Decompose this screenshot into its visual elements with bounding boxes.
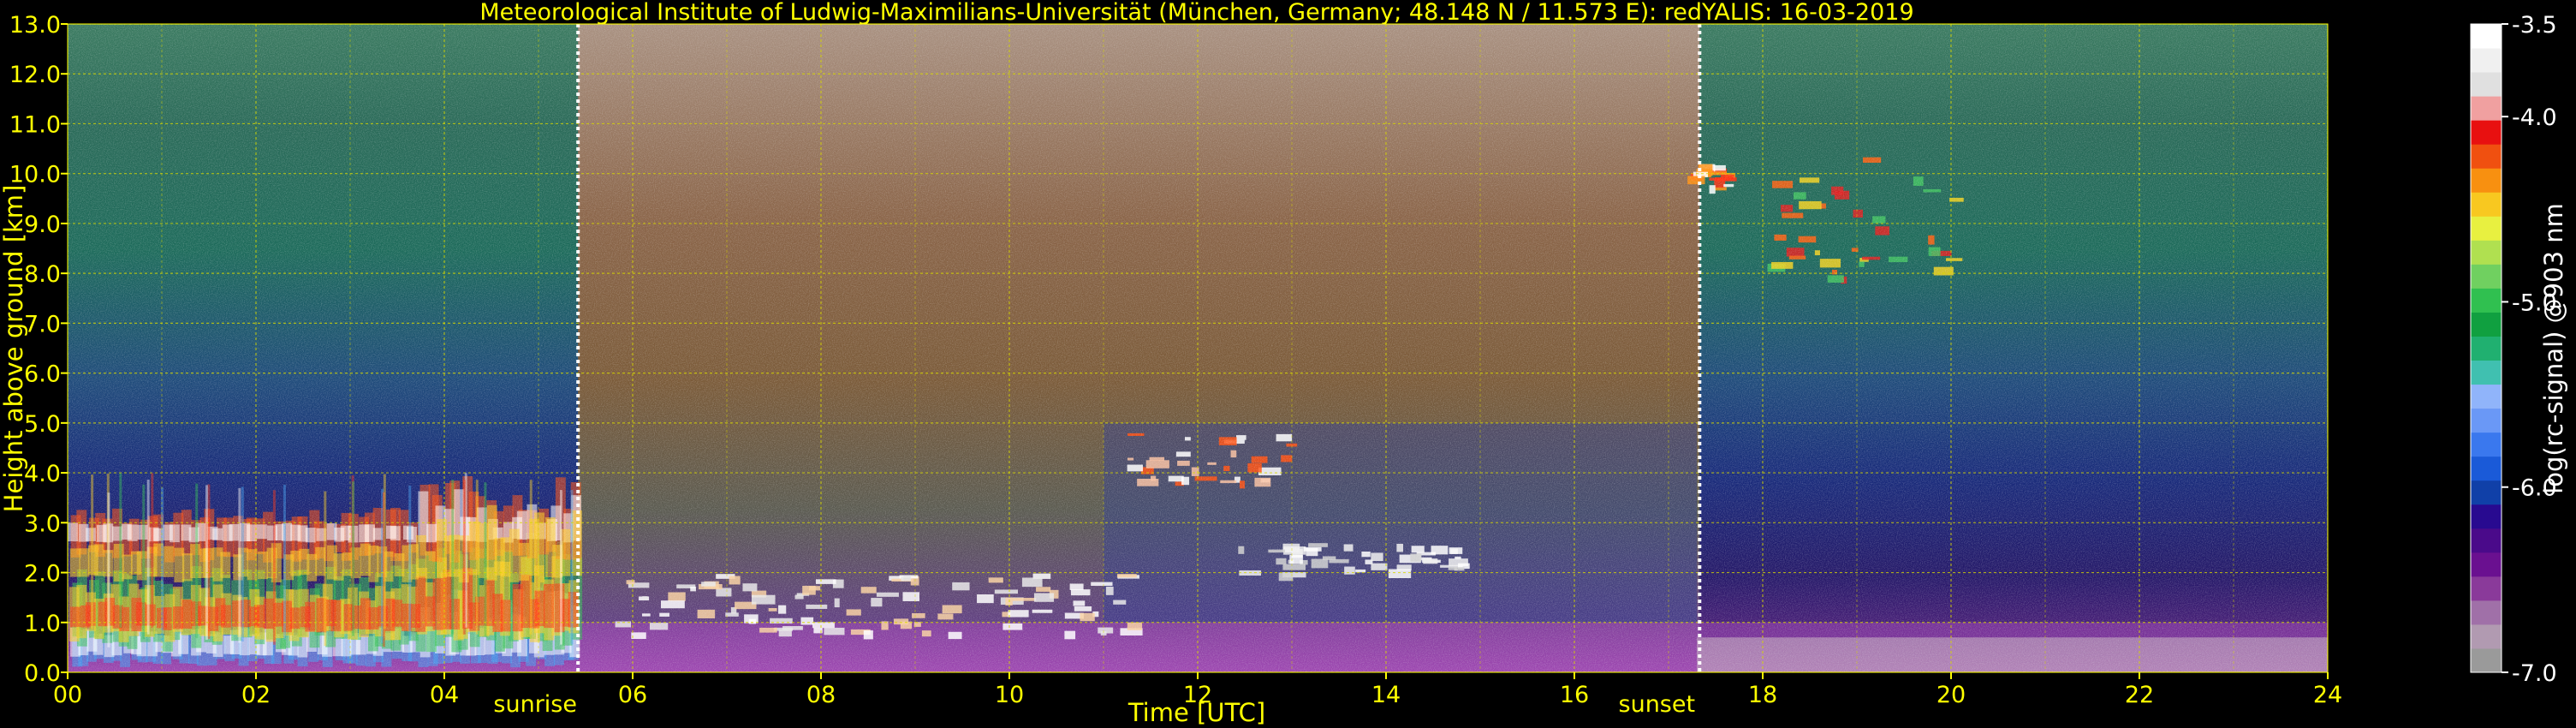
colorbar-segment	[2471, 480, 2502, 505]
sunrise-label: sunrise	[493, 691, 577, 718]
x-tick-label: 16	[1560, 682, 1589, 708]
colorbar-segment	[2471, 624, 2502, 649]
colorbar-segment	[2471, 168, 2502, 193]
colorbar-segment	[2471, 528, 2502, 553]
colorbar-label: log(rc-signal) @903 nm	[2539, 203, 2568, 494]
colorbar-segment	[2471, 384, 2502, 409]
colorbar-segment	[2471, 144, 2502, 169]
x-tick-label: 18	[1748, 682, 1777, 708]
chart-title: Meteorological Institute of Ludwig-Maxim…	[479, 0, 1913, 26]
y-tick-label: 6.0	[24, 361, 61, 388]
colorbar-segment	[2471, 48, 2502, 73]
y-tick-label: 0.0	[24, 660, 61, 687]
colorbar-segment	[2471, 72, 2502, 97]
y-tick-label: 5.0	[24, 411, 61, 438]
x-tick-label: 20	[1936, 682, 1966, 708]
y-tick-label: 12.0	[9, 62, 61, 88]
x-tick-label: 10	[995, 682, 1024, 708]
colorbar-segment	[2471, 576, 2502, 601]
colorbar-segment	[2471, 240, 2502, 265]
colorbar-segment	[2471, 120, 2502, 145]
y-tick-label: 1.0	[24, 611, 61, 637]
lidar-ceilometer-chart: sunrise sunset00 02 04 06 08 10 12 14 16 18 20 22 240…	[0, 0, 2568, 727]
x-tick-label: 06	[618, 682, 647, 708]
colorbar-segment	[2471, 647, 2502, 673]
x-tick-label: 14	[1371, 682, 1401, 708]
x-tick-label: 04	[430, 682, 459, 708]
colorbar-segment	[2471, 408, 2502, 433]
x-tick-label: 02	[241, 682, 271, 708]
colorbar: -3.5-4.0-5.0-6.0-7.0log(rc-signal) @903 …	[2470, 12, 2568, 687]
plot-area	[68, 24, 2328, 672]
colorbar-segment	[2471, 600, 2502, 625]
y-tick-label: 3.0	[24, 510, 61, 537]
colorbar-tick-label: -3.5	[2512, 12, 2557, 39]
x-tick-label: 22	[2125, 682, 2154, 708]
y-tick-label: 2.0	[24, 561, 61, 588]
x-tick-label: 08	[806, 682, 836, 708]
y-tick-label: 4.0	[24, 461, 61, 487]
y-tick-label: 11.0	[9, 111, 61, 138]
colorbar-segment	[2471, 192, 2502, 217]
plot-content	[68, 24, 2328, 672]
y-tick-label: 13.0	[9, 12, 61, 39]
colorbar-segment	[2471, 216, 2502, 241]
colorbar-segment	[2471, 312, 2502, 337]
colorbar-tick-label: -7.0	[2512, 660, 2557, 687]
colorbar-segment	[2471, 336, 2502, 361]
colorbar-segment	[2471, 24, 2502, 49]
colorbar-segment	[2471, 552, 2502, 577]
colorbar-segment	[2471, 96, 2502, 121]
colorbar-segment	[2471, 432, 2502, 457]
y-tick-label: 8.0	[24, 261, 61, 288]
y-tick-label: 9.0	[24, 212, 61, 238]
x-axis-label: Time [UTC]	[1127, 698, 1265, 727]
colorbar-segment	[2471, 504, 2502, 529]
y-tick-label: 7.0	[24, 311, 61, 337]
colorbar-segment	[2471, 288, 2502, 313]
y-tick-label: 10.0	[9, 162, 61, 188]
colorbar-segment	[2471, 456, 2502, 481]
sunset-label: sunset	[1619, 691, 1696, 718]
colorbar-segment	[2471, 264, 2502, 289]
colorbar-tick-label: -4.0	[2512, 104, 2557, 131]
colorbar-segment	[2471, 360, 2502, 385]
x-tick-label: 24	[2313, 682, 2342, 708]
y-axis-label: Height above ground [km]	[0, 185, 28, 513]
